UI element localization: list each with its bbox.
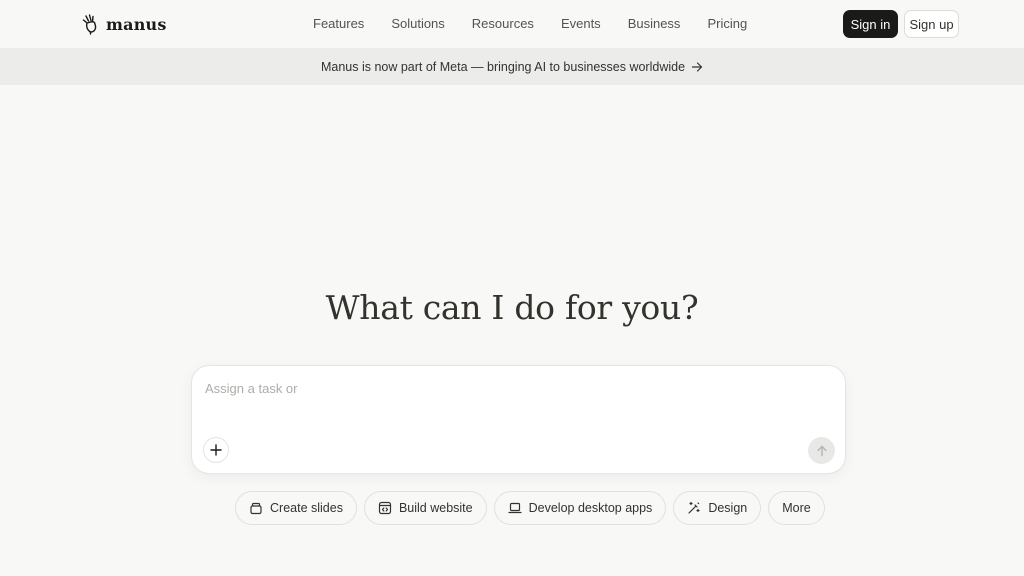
- announcement-banner[interactable]: Manus is now part of Meta — bringing AI …: [0, 48, 1024, 85]
- more-chip[interactable]: More: [768, 491, 825, 525]
- chip-label: Build website: [398, 501, 473, 515]
- design-chip[interactable]: Design: [673, 491, 762, 525]
- send-button[interactable]: [808, 437, 835, 464]
- task-input[interactable]: [205, 378, 765, 398]
- nav-pricing[interactable]: Pricing: [707, 15, 747, 33]
- chip-label: More: [782, 501, 811, 515]
- main-menu: Features Solutions Resources Events Busi…: [313, 15, 747, 33]
- sign-in-button[interactable]: Sign in: [843, 10, 898, 38]
- nav-resources[interactable]: Resources: [472, 15, 534, 33]
- nav-business[interactable]: Business: [628, 15, 681, 33]
- sign-up-button[interactable]: Sign up: [904, 10, 959, 38]
- plus-icon: [210, 444, 222, 456]
- banner-text: Manus is now part of Meta — bringing AI …: [320, 59, 686, 74]
- brand-logo[interactable]: manus: [80, 12, 167, 36]
- develop-desktop-apps-chip[interactable]: Develop desktop apps: [493, 491, 667, 525]
- magic-wand-icon: [688, 501, 700, 514]
- top-navigation: manus Features Solutions Resources Event…: [0, 0, 1024, 48]
- arrow-up-icon: [816, 445, 827, 456]
- add-attachment-button[interactable]: [203, 437, 229, 463]
- laptop-icon: [508, 502, 522, 514]
- manus-hand-icon: [82, 14, 97, 35]
- quick-actions: Create slides Build website Develop desk…: [235, 491, 825, 525]
- nav-features[interactable]: Features: [313, 15, 364, 33]
- chip-label: Develop desktop apps: [528, 501, 653, 515]
- create-slides-chip[interactable]: Create slides: [235, 491, 357, 525]
- code-window-icon: [378, 501, 392, 515]
- nav-solutions[interactable]: Solutions: [391, 15, 444, 33]
- chip-label: Design: [708, 501, 748, 515]
- task-composer: [191, 365, 846, 474]
- nav-events[interactable]: Events: [561, 15, 601, 33]
- slides-icon: [250, 502, 262, 515]
- build-website-chip[interactable]: Build website: [363, 491, 487, 525]
- arrow-right-icon: [691, 61, 703, 72]
- brand-name: manus: [106, 14, 167, 34]
- chip-label: Create slides: [270, 501, 343, 515]
- page-title: What can I do for you?: [325, 288, 699, 327]
